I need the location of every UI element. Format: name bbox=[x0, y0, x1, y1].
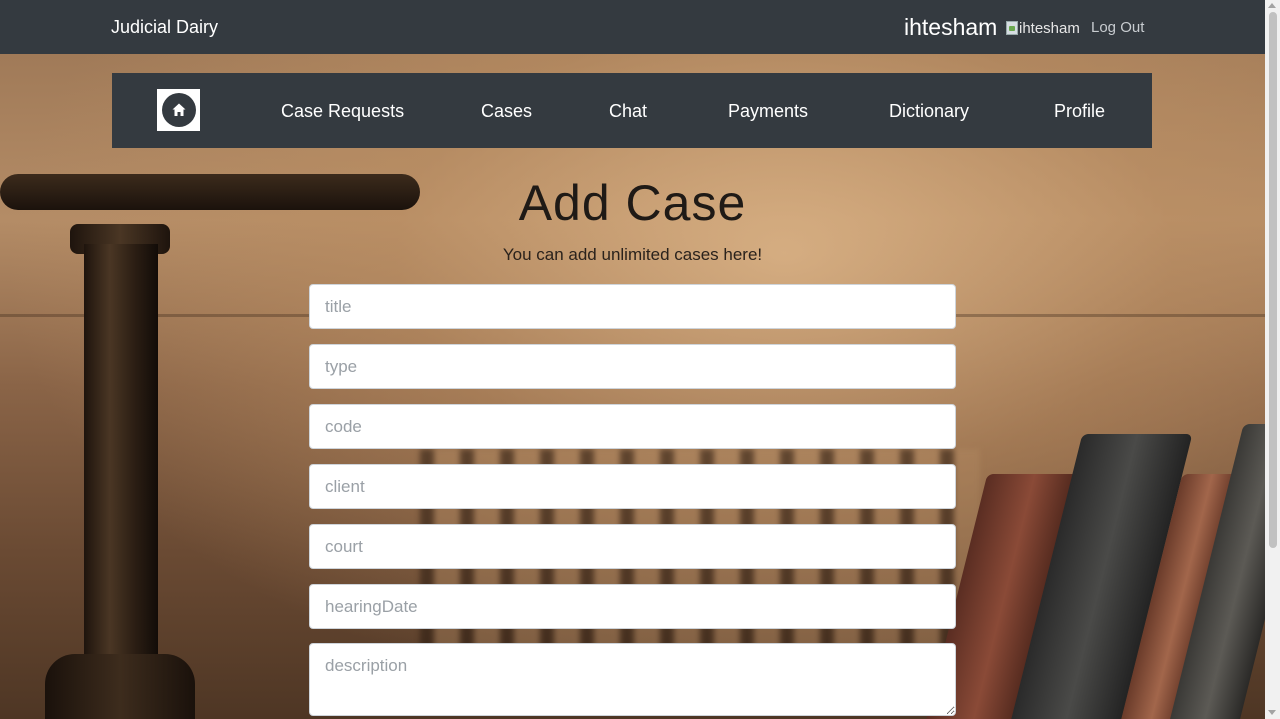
nav-payments[interactable]: Payments bbox=[728, 101, 808, 122]
page-scrollbar[interactable] bbox=[1265, 0, 1280, 719]
type-input[interactable] bbox=[309, 344, 956, 389]
home-icon bbox=[161, 93, 196, 127]
logout-link[interactable]: Log Out bbox=[1091, 19, 1144, 36]
main-navbar: Case Requests Cases Chat Payments Dictio… bbox=[112, 73, 1152, 148]
client-input[interactable] bbox=[309, 464, 956, 509]
home-button[interactable] bbox=[157, 89, 200, 131]
user-name: ihtesham bbox=[904, 14, 998, 40]
scroll-down-icon[interactable] bbox=[1268, 710, 1276, 715]
hearing-date-input[interactable] bbox=[309, 584, 956, 629]
scrollbar-thumb[interactable] bbox=[1269, 12, 1277, 548]
avatar-alt-text: ihtesham bbox=[1019, 19, 1080, 37]
avatar: ihtesham bbox=[1006, 18, 1080, 38]
nav-dictionary[interactable]: Dictionary bbox=[889, 101, 969, 122]
page-title: Add Case bbox=[518, 175, 747, 231]
nav-chat[interactable]: Chat bbox=[609, 101, 647, 122]
scale-base-decoration bbox=[45, 654, 195, 719]
brand-name[interactable]: Judicial Dairy bbox=[111, 17, 218, 38]
description-textarea[interactable] bbox=[309, 643, 956, 716]
code-input[interactable] bbox=[309, 404, 956, 449]
court-input[interactable] bbox=[309, 524, 956, 569]
broken-image-icon bbox=[1006, 21, 1018, 35]
scroll-up-icon[interactable] bbox=[1268, 3, 1276, 8]
nav-profile[interactable]: Profile bbox=[1054, 101, 1105, 122]
top-bar: Judicial Dairy ihtesham ihtesham Log Out bbox=[0, 0, 1265, 54]
scale-pillar-decoration bbox=[84, 244, 158, 719]
nav-cases[interactable]: Cases bbox=[481, 101, 532, 122]
page-subtitle: You can add unlimited cases here! bbox=[502, 245, 763, 264]
nav-case-requests[interactable]: Case Requests bbox=[281, 101, 404, 122]
title-input[interactable] bbox=[309, 284, 956, 329]
